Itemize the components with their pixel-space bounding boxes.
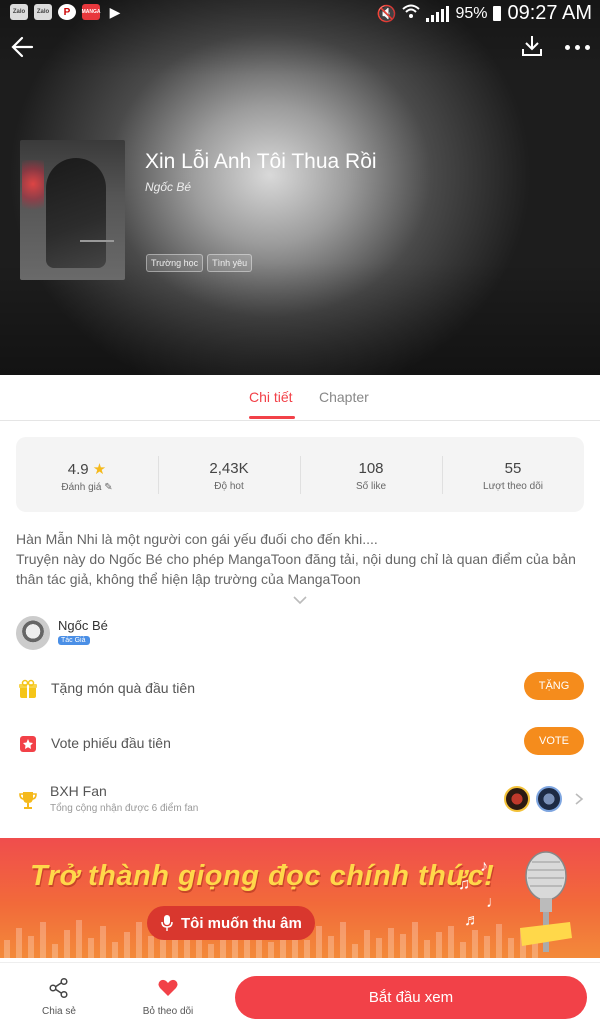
- chevron-down-icon: [293, 596, 307, 605]
- star-icon: ★: [92, 461, 107, 478]
- download-icon: [522, 36, 542, 56]
- battery-level: 95%: [455, 4, 488, 22]
- author-name: Ngốc Bé: [58, 618, 108, 633]
- mute-icon: 🔇: [376, 5, 397, 23]
- chevron-right-icon: [575, 793, 584, 805]
- record-button-label: Tôi muốn thu âm: [181, 914, 302, 932]
- unfollow-label: Bỏ theo dõi: [142, 1006, 194, 1017]
- fan-points: Tổng cộng nhận được 6 điểm fan: [50, 803, 199, 814]
- share-label: Chia sẻ: [42, 1006, 76, 1017]
- zalo-icon: Zalo: [10, 4, 28, 20]
- voice-actor-banner[interactable]: Trở thành giọng đọc chính thức! Tôi muốn…: [0, 838, 600, 958]
- followers-label: Lượt theo dõi: [483, 481, 543, 492]
- mangatoon-icon: MANGA: [82, 4, 100, 20]
- stat-hot: 2,43K Độ hot: [158, 437, 300, 512]
- fan-avatar: [504, 786, 530, 812]
- book-author: Ngốc Bé: [145, 180, 192, 194]
- stat-likes: 108 Số like: [300, 437, 442, 512]
- fan-avatar: [536, 786, 562, 812]
- gift-row: Tặng món quà đầu tiên TẶNG: [0, 667, 600, 711]
- gift-icon: [19, 679, 37, 698]
- start-reading-button[interactable]: Bắt đầu xem: [235, 976, 587, 1019]
- description-summary: Hàn Mẫn Nhi là một người con gái yếu đuố…: [16, 531, 378, 547]
- tab-chapter[interactable]: Chapter: [319, 389, 369, 405]
- author-badge: Tác Giả: [58, 636, 90, 645]
- stats-card: 4.9 ★ Đánh giá ✎ 2,43K Độ hot 108 Số lik…: [16, 437, 584, 512]
- avatar: [16, 616, 50, 650]
- fan-ranking-row[interactable]: BXH Fan Tổng cộng nhận được 6 điểm fan: [0, 776, 600, 826]
- banner-title: Trở thành giọng đọc chính thức!: [30, 860, 495, 892]
- notification-icons: Zalo Zalo P MANGA ▶: [10, 4, 124, 20]
- description-disclaimer: Truyện này do Ngốc Bé cho phép MangaToon…: [16, 551, 576, 587]
- zalo-icon: Zalo: [34, 4, 52, 20]
- hot-label: Độ hot: [214, 481, 244, 492]
- vote-button[interactable]: VOTE: [524, 727, 584, 755]
- rating-label: Đánh giá: [61, 482, 102, 493]
- music-notes-icon: ♪ ♫ ♩ ♬: [458, 858, 502, 929]
- book-cover: [20, 140, 125, 280]
- tab-bar: Chi tiết Chapter: [0, 375, 600, 421]
- arrow-left-icon: [11, 36, 34, 58]
- ticket-icon: [20, 736, 36, 752]
- stat-followers: 55 Lượt theo dõi: [442, 437, 584, 512]
- play-store-icon: ▶: [109, 3, 121, 20]
- edit-icon: ✎: [104, 482, 113, 493]
- signal-icon: [426, 5, 450, 22]
- battery-icon: [493, 6, 502, 21]
- microphone-icon: [161, 915, 173, 931]
- studio-microphone-icon: [520, 851, 572, 952]
- book-description: Hàn Mẫn Nhi là một người con gái yếu đuố…: [16, 529, 586, 589]
- rating-value: 4.9: [67, 461, 89, 478]
- gift-label: Tặng món quà đầu tiên: [51, 680, 195, 696]
- unfollow-button[interactable]: Bỏ theo dõi: [133, 969, 203, 1017]
- hot-value: 2,43K: [209, 460, 249, 477]
- likes-value: 108: [358, 460, 384, 477]
- download-button[interactable]: [520, 34, 544, 58]
- trophy-icon: [19, 792, 37, 809]
- heart-icon: [158, 979, 178, 996]
- tab-indicator: [249, 416, 295, 419]
- fan-ranking-label: BXH Fan: [50, 783, 107, 799]
- status-bar: Zalo Zalo P MANGA ▶ 🔇 95% 09:27 AM: [0, 0, 600, 26]
- back-button[interactable]: [10, 34, 36, 60]
- pinterest-icon: P: [58, 4, 76, 20]
- likes-label: Số like: [355, 481, 386, 492]
- share-icon: [49, 977, 68, 999]
- book-header: Zalo Zalo P MANGA ▶ 🔇 95% 09:27 AM Xin L…: [0, 0, 600, 375]
- vote-label: Vote phiếu đầu tiên: [51, 735, 171, 751]
- followers-value: 55: [504, 460, 522, 477]
- author-profile[interactable]: Ngốc Bé Tác Giả: [16, 616, 316, 652]
- gift-button[interactable]: TẶNG: [524, 672, 584, 700]
- record-button[interactable]: Tôi muốn thu âm: [147, 906, 315, 940]
- vote-row: Vote phiếu đầu tiên VOTE: [0, 722, 600, 766]
- tag[interactable]: Trường học: [146, 254, 204, 272]
- tag-list: Trường học Tình yêu: [146, 254, 253, 272]
- wifi-icon: [402, 3, 421, 24]
- clock: 09:27 AM: [507, 2, 592, 24]
- tab-details[interactable]: Chi tiết: [249, 389, 293, 405]
- share-button[interactable]: Chia sẻ: [24, 969, 94, 1017]
- stat-rating[interactable]: 4.9 ★ Đánh giá ✎: [16, 437, 158, 512]
- book-title: Xin Lỗi Anh Tôi Thua Rồi: [145, 150, 377, 173]
- more-options-button[interactable]: [562, 36, 592, 58]
- bottom-action-bar: Chia sẻ Bỏ theo dõi Bắt đầu xem: [0, 962, 600, 1024]
- expand-description-button[interactable]: [292, 592, 308, 605]
- tag[interactable]: Tình yêu: [207, 254, 253, 272]
